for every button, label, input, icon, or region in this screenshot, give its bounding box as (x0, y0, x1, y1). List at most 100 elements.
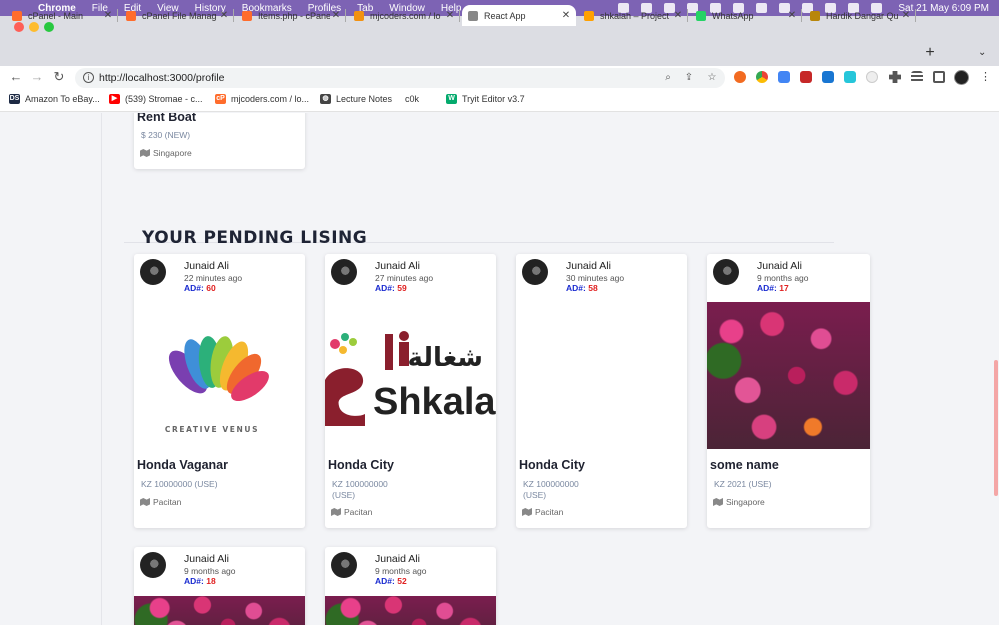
extension-icon-6[interactable] (844, 71, 856, 83)
tab-6[interactable]: WhatsApp ✕ (690, 5, 802, 26)
bookmark-star-icon[interactable]: ☆ (706, 72, 718, 83)
extension-icon-1[interactable] (734, 71, 746, 83)
tab-label: cPanel File Manag (142, 10, 217, 21)
tab-separator (117, 9, 118, 22)
tab-close-icon[interactable]: ✕ (102, 10, 114, 21)
extension-icon-4[interactable] (800, 71, 812, 83)
pending-listing-card[interactable]: Junaid Ali 30 minutes ago AD#: 58 Honda Cit… (516, 254, 687, 528)
tab-close-icon[interactable]: ✕ (444, 10, 456, 21)
reload-icon[interactable]: ↻ (52, 70, 66, 84)
listing-image[interactable]: CREATIVE VENUS (134, 302, 305, 448)
ad-label: AD#: (566, 283, 586, 293)
tab-label: Items.php - cPane (258, 10, 330, 21)
site-info-icon[interactable]: i (83, 72, 94, 83)
shkalah-arabic-text: شغالة (407, 343, 483, 373)
ad-number: 60 (206, 283, 216, 293)
avatar[interactable] (331, 259, 357, 285)
bookmark-label: Amazon To eBay... (25, 94, 100, 104)
address-bar[interactable]: i http://localhost:3000/profile (75, 68, 725, 88)
avatar[interactable] (331, 552, 357, 578)
bookmark-5[interactable]: W Tryit Editor v3.7 (446, 94, 525, 104)
translate-icon[interactable] (778, 71, 790, 83)
page-icon (810, 10, 820, 21)
listing-title: Honda City (519, 458, 585, 472)
ad-label: AD#: (757, 283, 777, 293)
tab-1[interactable]: cPanel File Manag ✕ (120, 5, 234, 26)
tab-close-icon[interactable]: ✕ (900, 10, 912, 21)
youtube-icon: ▶ (109, 94, 120, 104)
bookmark-4[interactable]: c0k (405, 94, 419, 104)
extension-icon-5[interactable] (822, 71, 834, 83)
side-panel-icon[interactable] (933, 71, 945, 83)
ad-label: AD#: (375, 576, 395, 586)
listing-time: 9 months ago (375, 566, 427, 576)
tab-close-icon[interactable]: ✕ (672, 10, 684, 21)
listing-image-flowers[interactable] (325, 596, 496, 625)
tab-close-icon[interactable]: ✕ (560, 10, 572, 21)
listing-image-flowers[interactable] (707, 302, 870, 449)
listing-location: Pacitan (522, 507, 563, 517)
ad-number-line: AD#: 18 (184, 576, 216, 586)
listing-price: KZ 10000000 (USE) (141, 479, 218, 489)
tab-label: cPanel - Main (28, 10, 84, 21)
ad-number-line: AD#: 58 (566, 283, 598, 293)
forward-arrow-icon[interactable]: → (30, 70, 44, 84)
bookmark-label: Lecture Notes (336, 94, 393, 104)
creative-venus-text: CREATIVE VENUS (165, 425, 259, 434)
ad-number: 52 (397, 576, 407, 586)
listing-location: Singapore (140, 148, 192, 158)
tab-2[interactable]: Items.php - cPane ✕ (236, 5, 346, 26)
listing-title: some name (710, 458, 779, 472)
listing-time: 9 months ago (184, 566, 236, 576)
extension-icon-7[interactable] (866, 71, 878, 83)
listing-title: Rent Boat (137, 113, 197, 124)
back-arrow-icon[interactable]: ← (9, 70, 23, 84)
profile-avatar-icon[interactable] (954, 70, 969, 85)
media-controls-icon[interactable] (911, 71, 923, 83)
tab-5[interactable]: shkalah – Project ✕ (578, 5, 688, 26)
listing-card-rent-boat[interactable]: Rent Boat $ 230 (NEW) Singapore (134, 113, 305, 169)
tab-3[interactable]: mjcoders.com / lo ✕ (348, 5, 460, 26)
avatar[interactable] (140, 552, 166, 578)
tab-search-chevron-icon[interactable]: ⌄ (978, 47, 986, 58)
tab-close-icon[interactable]: ✕ (330, 10, 342, 21)
tab-close-icon[interactable]: ✕ (786, 10, 798, 21)
tab-4[interactable]: React App ✕ (462, 5, 576, 26)
listing-image[interactable]: شغالة Shkalal (325, 322, 496, 426)
tab-7[interactable]: Hardik Dangar Qu ✕ (804, 5, 916, 26)
listing-author: Junaid Ali (375, 260, 420, 272)
chrome-extension-icon[interactable] (756, 71, 768, 83)
avatar[interactable] (522, 259, 548, 285)
bookmark-2[interactable]: cP mjcoders.com / lo... (215, 94, 309, 104)
zoom-search-icon[interactable]: ⌕ (662, 72, 674, 83)
bookmark-3[interactable]: ◍ Lecture Notes (320, 94, 392, 104)
bookmark-1[interactable]: ▶ (539) Stromae - c... (109, 94, 203, 104)
shkalah-logo: شغالة Shkalal (325, 331, 496, 426)
bookmark-label: (539) Stromae - c... (125, 94, 203, 104)
listing-location-text: Singapore (153, 148, 192, 158)
listing-image-flowers[interactable] (134, 596, 305, 625)
share-icon[interactable]: ⇪ (683, 72, 695, 83)
scrollbar-thumb[interactable] (994, 360, 998, 496)
listing-location-text: Pacitan (344, 507, 373, 517)
pending-listing-card[interactable]: Junaid Ali 27 minutes ago AD#: 59 شغالة Shka… (325, 254, 496, 528)
bookmark-0[interactable]: DS Amazon To eBay... (9, 94, 100, 104)
pending-listing-card[interactable]: Junaid Ali 22 minutes ago AD#: 60 CREATIVE … (134, 254, 305, 528)
listing-time: 9 months ago (757, 273, 809, 283)
avatar[interactable] (140, 259, 166, 285)
pending-listing-card[interactable]: Junaid Ali 9 months ago AD#: 17 some name KZ… (707, 254, 870, 528)
avatar[interactable] (713, 259, 739, 285)
pending-listing-heading: YOUR PENDING LISING (142, 228, 368, 248)
tab-close-icon[interactable]: ✕ (218, 10, 230, 21)
address-url[interactable]: http://localhost:3000/profile (99, 72, 225, 84)
pending-listing-card[interactable]: Junaid Ali 9 months ago AD#: 18 (134, 547, 305, 625)
listing-location-text: Pacitan (153, 497, 182, 507)
ds-icon: DS (9, 94, 20, 104)
browser-menu-icon[interactable]: ⋮ (980, 70, 991, 83)
new-tab-button[interactable]: + (922, 45, 938, 61)
tab-0[interactable]: cPanel - Main ✕ (6, 5, 118, 26)
listing-author: Junaid Ali (375, 553, 420, 565)
pending-listing-card[interactable]: Junaid Ali 9 months ago AD#: 52 (325, 547, 496, 625)
listing-time: 30 minutes ago (566, 273, 625, 283)
map-icon (140, 498, 150, 506)
